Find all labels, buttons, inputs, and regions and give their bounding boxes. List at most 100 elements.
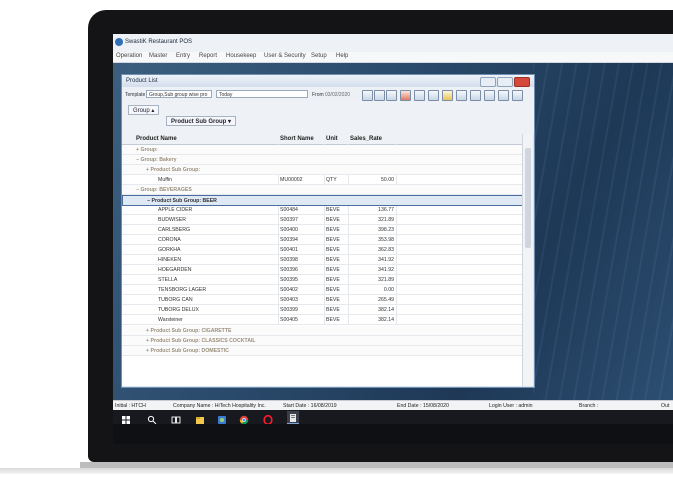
- status-end-date: End Date : 15/08/2020: [397, 403, 449, 409]
- cell-product-name: STELLA: [158, 276, 178, 283]
- table-row[interactable]: Warsteiner S00405 BEVE 382.14: [122, 315, 522, 325]
- table-row[interactable]: TENSBORG LAGER S00402 BEVE 0.00: [122, 285, 522, 295]
- table-row[interactable]: CORONA S00394 BEVE 353.98: [122, 235, 522, 245]
- export-icon[interactable]: [386, 90, 397, 101]
- group-label: Group: Bakery: [140, 156, 177, 163]
- windows-start-icon[interactable]: [121, 412, 131, 424]
- pos-app-icon[interactable]: [287, 411, 299, 424]
- menu-help[interactable]: Help: [336, 53, 348, 59]
- app-icon[interactable]: [217, 412, 227, 424]
- search-doc-icon[interactable]: [428, 90, 439, 101]
- cell-unit: BEVE: [326, 306, 340, 313]
- screen: SwastiK Restaurant POS Operation Master …: [113, 34, 673, 444]
- col-sales-rate[interactable]: Sales_Rate: [350, 136, 382, 142]
- menu-operation[interactable]: Operation: [116, 53, 142, 59]
- close-button[interactable]: [514, 77, 530, 87]
- cell-short-name: MU00002: [280, 176, 303, 183]
- cell-unit: BEVE: [326, 256, 340, 263]
- group-row[interactable]: + Product Sub Group: CLASSICS COCKTAIL: [122, 336, 522, 346]
- status-branch: Branch :: [579, 403, 599, 409]
- maximize-button[interactable]: [497, 77, 513, 87]
- table-row[interactable]: TUBORG CAN S00403 BEVE 265.49: [122, 295, 522, 305]
- columns-icon[interactable]: [456, 90, 467, 101]
- cell-sales-rate: 341.92: [378, 266, 394, 273]
- search-icon[interactable]: [147, 412, 157, 425]
- group-row-label: + Product Sub Group:: [146, 166, 201, 173]
- folder-icon[interactable]: [442, 90, 453, 101]
- minimize-button[interactable]: [480, 77, 496, 87]
- cell-product-name: GORKHA: [158, 246, 181, 253]
- cell-unit: BEVE: [326, 246, 340, 253]
- table-row[interactable]: STELLA S00395 BEVE 321.89: [122, 275, 522, 285]
- group-label: Product Sub Group:: [150, 166, 201, 173]
- preview-icon[interactable]: [414, 90, 425, 101]
- group-row-label: − Product Sub Group: BEER: [147, 197, 217, 204]
- col-short-name[interactable]: Short Name: [280, 136, 314, 142]
- group-label: Product Sub Group: DOMESTIC: [150, 347, 229, 354]
- table-row[interactable]: HOEGARDEN S00396 BEVE 341.92: [122, 265, 522, 275]
- cell-product-name: HINEKEN: [158, 256, 182, 263]
- status-initial: Initial : HTCH: [115, 403, 146, 409]
- cell-product-name: Warsteiner: [158, 316, 183, 323]
- template-select[interactable]: Group,Sub group wise pro: [146, 90, 212, 98]
- period-select[interactable]: Today: [216, 90, 308, 98]
- table-row[interactable]: GORKHA S00401 BEVE 362.83: [122, 245, 522, 255]
- cell-unit: BEVE: [326, 276, 340, 283]
- group-row[interactable]: + Group:: [122, 145, 522, 155]
- table-row[interactable]: HINEKEN S00398 BEVE 341.92: [122, 255, 522, 265]
- cell-unit: BEVE: [326, 316, 340, 323]
- col-product-name[interactable]: Product Name: [136, 136, 177, 142]
- group-field-chip[interactable]: Group ▴: [128, 105, 160, 115]
- print-icon[interactable]: [484, 90, 495, 101]
- template-label: Template: [125, 92, 146, 98]
- table-row[interactable]: APPLE CIDER S00484 BEVE 136.77: [122, 205, 522, 215]
- cell-sales-rate: 341.92: [378, 256, 394, 263]
- opera-icon[interactable]: [263, 412, 273, 426]
- product-list-window: Product List Template Group,Sub group wi…: [121, 74, 535, 388]
- pdf-icon[interactable]: [400, 90, 411, 101]
- cell-short-name: S00401: [280, 246, 298, 253]
- cell-short-name: S00405: [280, 316, 298, 323]
- group-row-label: + Product Sub Group: CLASSICS COCKTAIL: [146, 337, 256, 344]
- table-row[interactable]: Muffin MU00002 QTY 50.00: [122, 175, 522, 185]
- group-row[interactable]: + Product Sub Group:: [122, 165, 522, 175]
- group-label: Product Sub Group: BEER: [151, 197, 217, 204]
- subgroup-chip-label: Product Sub Group: [171, 119, 227, 125]
- menu-setup[interactable]: Setup: [311, 53, 327, 59]
- group-row[interactable]: − Group: BEVERAGES: [122, 185, 522, 195]
- menu-master[interactable]: Master: [149, 53, 167, 59]
- chrome-icon[interactable]: [239, 412, 249, 425]
- scrollbar-thumb[interactable]: [525, 148, 531, 248]
- group-row[interactable]: + Product Sub Group: CIGARETTE: [122, 326, 522, 336]
- from-date[interactable]: 03/02/2020: [325, 92, 350, 98]
- grid-icon[interactable]: [470, 90, 481, 101]
- table-row[interactable]: BUDWISER S00397 BEVE 321.89: [122, 215, 522, 225]
- group-row[interactable]: − Group: Bakery: [122, 155, 522, 165]
- task-view-icon[interactable]: [171, 412, 181, 424]
- cell-unit: BEVE: [326, 216, 340, 223]
- cell-sales-rate: 382.14: [378, 306, 394, 313]
- group-row-label: + Product Sub Group: CIGARETTE: [146, 327, 232, 334]
- menu-entry[interactable]: Entry: [176, 53, 190, 59]
- vertical-scrollbar[interactable]: [522, 134, 533, 386]
- calendar-icon[interactable]: [362, 90, 373, 101]
- status-start-date: Start Date : 16/08/2019: [283, 403, 337, 409]
- group-label: Product Sub Group: CIGARETTE: [150, 327, 232, 334]
- save-icon[interactable]: [374, 90, 385, 101]
- table-row[interactable]: CARLSBERG S00400 BEVE 398.23: [122, 225, 522, 235]
- menu-housekeep[interactable]: Housekeep: [226, 53, 256, 59]
- menu-user-security[interactable]: User & Security: [264, 53, 306, 59]
- menu-bar: Operation Master Entry Report Housekeep …: [113, 52, 673, 63]
- group-row[interactable]: + Product Sub Group: DOMESTIC: [122, 346, 522, 356]
- subgroup-field-chip[interactable]: Product Sub Group ▾: [166, 116, 237, 126]
- file-explorer-icon[interactable]: [195, 412, 205, 424]
- settings-icon[interactable]: [512, 90, 523, 101]
- group-row-label: − Group: BEVERAGES: [136, 186, 192, 193]
- table-row[interactable]: TUBORG DELUX S00399 BEVE 382.14: [122, 305, 522, 315]
- menu-report[interactable]: Report: [199, 53, 217, 59]
- group-row-label: + Product Sub Group: DOMESTIC: [146, 347, 229, 354]
- cell-product-name: HOEGARDEN: [158, 266, 192, 273]
- col-unit[interactable]: Unit: [326, 136, 338, 142]
- cell-sales-rate: 321.89: [378, 216, 394, 223]
- layout-icon[interactable]: [498, 90, 509, 101]
